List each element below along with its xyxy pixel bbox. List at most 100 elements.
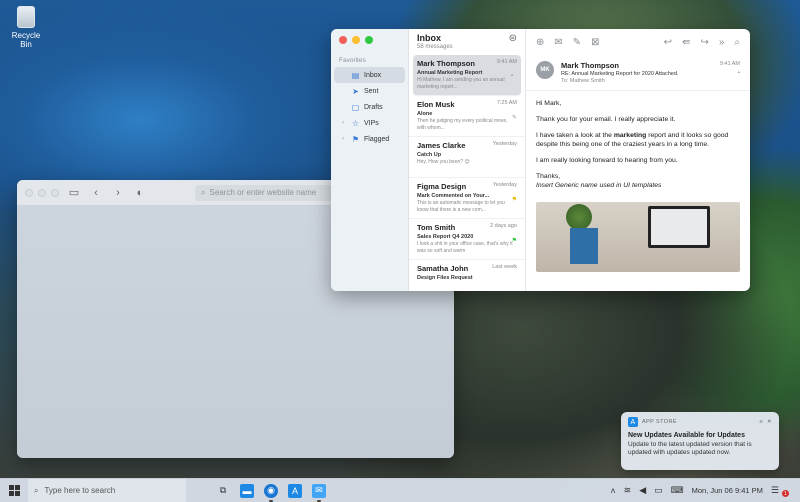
sidebar-item-label: Inbox [364, 71, 382, 79]
compose-icon[interactable]: ⊕ [536, 37, 544, 48]
notification-title: New Updates Available for Updates [628, 432, 745, 439]
paper-plane-icon: ➤ [352, 86, 359, 96]
reply-all-icon[interactable]: ⇚ [682, 37, 690, 48]
message-preview: Then he judging my every political move,… [417, 118, 508, 131]
message-sender: Mark Thompson [417, 59, 475, 68]
paragraph: I am really looking forward to hearing f… [536, 157, 678, 164]
action-center-icon[interactable]: ☰ [771, 485, 779, 496]
sidebar-item-inbox[interactable]: ▤ Inbox [334, 67, 405, 83]
notification-badge: 1 [782, 490, 789, 497]
paragraph: I have taken a look at the marketing rep… [536, 131, 740, 149]
mail-toolbar: ⊕ ✉ ✎ ⊠ ↩ ⇚ ↪ » ⌕ [526, 29, 750, 55]
message-time: 9:41 AM [496, 59, 517, 65]
minimize-button[interactable] [38, 188, 46, 197]
folder-icon: ▪ [738, 70, 740, 76]
sidebar-item-sent[interactable]: ➤ Sent [334, 83, 405, 99]
system-tray: ˄ ≋ ◀ ▭ ⌨ Mon, Jun 06 9:41 PM ☰ 1 [610, 485, 800, 497]
favorites-label: Favorites [339, 57, 366, 64]
notification-toast[interactable]: A APP STORE ≡ ✕ New Updates Available fo… [621, 412, 779, 470]
star-icon: ☆ [351, 118, 360, 128]
sidebar-item-label: Drafts [364, 103, 383, 111]
search-icon[interactable]: ⌕ [734, 37, 740, 48]
list-item[interactable]: Figma Design Yesterday Mark Commented on … [409, 178, 525, 219]
taskbar-search[interactable]: ⌕ Type here to search [28, 478, 186, 502]
sidebar-toggle-icon[interactable]: ▭ [67, 186, 81, 199]
pencil-icon: ✎ [511, 115, 517, 121]
message-sender: Elon Musk [417, 100, 455, 109]
list-item[interactable]: Mark Thompson 9:41 AM Annual Marketing Re… [413, 55, 521, 96]
battery-icon[interactable]: ▭ [654, 485, 663, 496]
sidebar-item-drafts[interactable]: ▢ Drafts [334, 99, 405, 115]
zoom-button[interactable] [51, 188, 59, 197]
message-list: Inbox 58 messages ⊜ Mark Thompson 9:41 AM… [409, 29, 526, 291]
greeting: Hi Mark, [536, 100, 562, 107]
message-subject: Catch Up [417, 152, 442, 158]
list-item[interactable]: Tom Smith 2 days ago Sales Report Q4 2020… [409, 219, 525, 260]
clock[interactable]: Mon, Jun 06 9:41 PM [692, 486, 763, 495]
forward-icon[interactable]: › [111, 187, 125, 199]
close-button[interactable] [339, 36, 347, 44]
message-preview: I look a shit in your office case, that'… [417, 241, 513, 254]
recycle-bin-label: Recycle Bin [11, 31, 41, 49]
message-body: Hi Mark, Thank you for your email. I rea… [526, 91, 750, 198]
highlight: marketing [613, 132, 647, 139]
window-controls [331, 29, 408, 51]
app-store-icon[interactable]: A [288, 483, 302, 498]
list-item[interactable]: Elon Musk 7:25 AM Alone Then he judging m… [409, 96, 525, 137]
document-icon: ▢ [351, 102, 360, 112]
paragraph: Thank you for your email. I really appre… [536, 116, 676, 123]
mail-window: Favorites ▤ Inbox ➤ Sent ▢ Drafts › ☆ VIP… [331, 29, 750, 291]
chevron-up-icon[interactable]: ˄ [610, 486, 615, 496]
menu-icon[interactable]: ≡ [759, 419, 763, 425]
more-icon[interactable]: » [719, 37, 725, 48]
chevron-right-icon[interactable]: › [342, 136, 347, 142]
browser-icon[interactable]: ◉ [264, 483, 278, 502]
volume-icon[interactable]: ◀ [639, 485, 646, 496]
sidebar-item-flagged[interactable]: › ⚑ Flagged [334, 131, 405, 147]
reply-icon[interactable]: ↩ [664, 37, 672, 48]
start-button[interactable] [0, 485, 28, 496]
minimize-button[interactable] [352, 36, 360, 44]
zoom-button[interactable] [365, 36, 373, 44]
message-subject: Design Files Request [417, 275, 473, 281]
message-sender: Tom Smith [417, 223, 456, 232]
list-item[interactable]: Samatha John Last week Design Files Reque… [409, 260, 525, 291]
back-icon[interactable]: ‹ [89, 187, 103, 199]
envelope-icon[interactable]: ✉ [554, 37, 562, 48]
message-sender: Samatha John [417, 264, 469, 273]
close-button[interactable] [25, 188, 33, 197]
wifi-icon[interactable]: ≋ [624, 485, 632, 496]
sidebar-item-label: Sent [364, 87, 379, 95]
flag-icon: ⚑ [351, 134, 360, 144]
message-subject: Sales Report Q4 2020 [417, 234, 474, 240]
archive-icon[interactable]: ⊠ [591, 37, 599, 48]
close-icon[interactable]: ✕ [767, 419, 772, 425]
sidebar-item-vips[interactable]: › ☆ VIPs [334, 115, 405, 131]
recipient: To: Mathew Smith [561, 78, 713, 84]
chevron-right-icon[interactable]: › [342, 120, 347, 126]
message-preview: Hi Mathew, I am sending you an annual ma… [417, 77, 505, 90]
file-explorer-icon[interactable]: ▬ [240, 483, 254, 498]
new-message-icon[interactable]: ✎ [573, 37, 581, 48]
keyboard-icon[interactable]: ⌨ [671, 485, 684, 496]
shield-icon[interactable]: ◐ [133, 187, 147, 199]
filter-icon[interactable]: ⊜ [509, 33, 517, 44]
recycle-bin[interactable]: Recycle Bin [6, 6, 46, 49]
message-list-header: Inbox 58 messages ⊜ [409, 29, 525, 55]
to-label: To: [561, 78, 569, 84]
message-time: 7:25 AM [496, 100, 517, 106]
message-header: MK Mark Thompson RE: Annual Marketing Re… [526, 55, 750, 91]
avatar: MK [536, 61, 554, 79]
message-count: 58 messages [417, 44, 453, 50]
book-image [570, 228, 598, 264]
attached-photo[interactable] [536, 202, 740, 272]
task-view-icon[interactable]: ⧉ [216, 484, 230, 498]
list-item[interactable]: James Clarke Yesterday Catch Up Hey, How … [409, 137, 525, 178]
sidebar-item-label: VIPs [364, 119, 379, 127]
inbox-icon: ▤ [351, 70, 360, 80]
mail-icon[interactable]: ✉ [312, 483, 326, 502]
taskbar: ⌕ Type here to search ⧉ ▬ ◉ A ✉ ˄ ≋ ◀ ▭ … [0, 478, 800, 502]
message-preview: Hey, How you been? 😊 [417, 159, 470, 165]
signature-text: Insert Generic name used in UI templates [536, 182, 662, 189]
forward-icon[interactable]: ↪ [700, 37, 708, 48]
